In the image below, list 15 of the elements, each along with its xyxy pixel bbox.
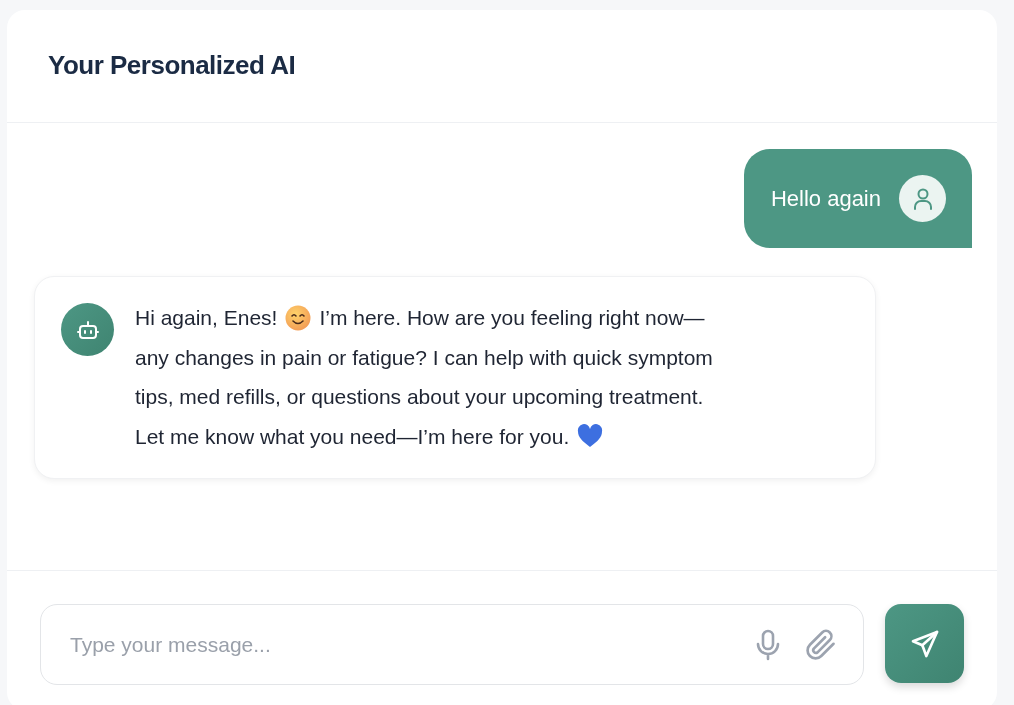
message-text: any changes in pain or fatigue? I can help with quick symptom bbox=[135, 344, 713, 371]
send-button[interactable] bbox=[885, 604, 964, 683]
message-text: Hello again bbox=[770, 185, 881, 213]
chat-title: Your Personalized AI bbox=[48, 50, 296, 82]
message-text: Hi again, Enes! bbox=[135, 305, 278, 331]
microphone-icon[interactable] bbox=[755, 628, 782, 661]
heart-icon bbox=[577, 424, 604, 449]
message-text: Let me know what you need—I’m here for you. bbox=[135, 423, 570, 450]
message-text: I’m here. How are you feeling right now— bbox=[319, 305, 705, 331]
paperclip-icon[interactable] bbox=[805, 628, 838, 661]
smiling-face-icon bbox=[285, 304, 312, 331]
message-field[interactable]: Type your message... bbox=[40, 604, 865, 685]
message-text: tips, med refills, or questions about your upcoming treatment. bbox=[135, 384, 704, 410]
user-icon bbox=[911, 186, 934, 211]
message-input[interactable]: Type your message... bbox=[68, 627, 732, 662]
